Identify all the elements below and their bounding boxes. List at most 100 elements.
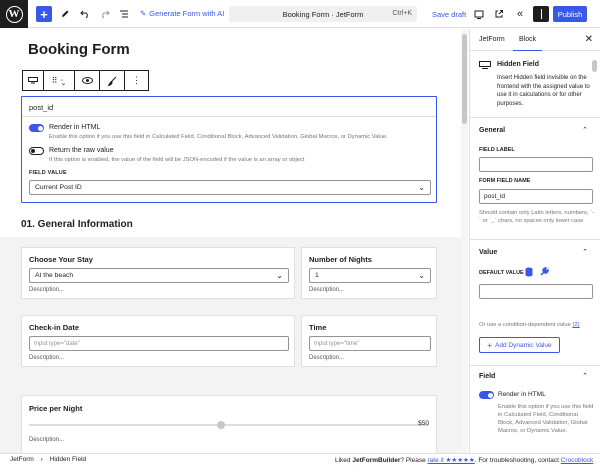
block-toolbar: ⠿ ‸ ⌄ ⋮ bbox=[22, 70, 149, 91]
external-preview-icon[interactable] bbox=[493, 5, 505, 23]
drag-move-handle[interactable]: ⠿ ‸ ⌄ bbox=[44, 71, 75, 90]
publish-button[interactable]: Publish bbox=[553, 6, 587, 22]
form-field-name-caption: Form Field Name bbox=[479, 178, 531, 184]
render-html-help: Enable this option if you use this field… bbox=[49, 134, 388, 140]
scrollbar-thumb[interactable] bbox=[462, 34, 467, 124]
breadcrumb-separator: › bbox=[40, 456, 43, 463]
checkin-date-input[interactable]: Input type="date" bbox=[29, 336, 289, 351]
divider bbox=[22, 116, 436, 117]
field-label-caption: Field Label bbox=[479, 147, 515, 153]
time-field[interactable]: Time Input type="time" Description... bbox=[301, 315, 437, 367]
field-panel-title[interactable]: Field bbox=[479, 373, 495, 380]
choose-stay-desc: Description... bbox=[29, 287, 65, 293]
edit-pencil-icon[interactable] bbox=[58, 5, 72, 23]
sidebar-render-html-help: Enable this option if you use this field… bbox=[498, 404, 594, 434]
document-title: Booking Form · JetForm bbox=[282, 10, 364, 19]
page-title[interactable]: Booking Form bbox=[28, 41, 130, 58]
rate-link[interactable]: rate it ★★★★★ bbox=[428, 457, 475, 464]
generate-form-ai-button[interactable]: ✎ Generate Form with AI bbox=[140, 9, 224, 18]
undo-icon[interactable] bbox=[78, 5, 92, 23]
choose-stay-select[interactable]: At the beach ⌄ bbox=[29, 268, 289, 283]
add-dynamic-value-button[interactable]: + Add Dynamic Value bbox=[479, 337, 560, 353]
sidebar-render-html-toggle[interactable] bbox=[479, 391, 494, 399]
default-value-input[interactable] bbox=[479, 284, 593, 299]
chevron-down-icon: ⌄ bbox=[418, 271, 425, 280]
view-icon[interactable] bbox=[473, 5, 485, 23]
price-value: $50 bbox=[418, 420, 429, 427]
field-value-caption: Field Value bbox=[29, 170, 67, 176]
divider bbox=[470, 239, 600, 240]
block-description: Insert Hidden field invisible on the fro… bbox=[497, 75, 590, 107]
general-panel-title[interactable]: General bbox=[479, 127, 505, 134]
price-slider-track[interactable] bbox=[29, 424, 429, 426]
return-raw-label: Return the raw value bbox=[49, 147, 114, 154]
sidebar-tabs: JetForm Block ✕ bbox=[470, 29, 600, 51]
time-label: Time bbox=[309, 323, 327, 332]
command-shortcut: Ctrl+K bbox=[392, 10, 412, 17]
return-raw-help: If this option is enabled, the value of … bbox=[49, 157, 305, 163]
chevron-up-icon[interactable]: ⌃ bbox=[582, 248, 588, 256]
hidden-field-block[interactable]: post_id Render in HTML Enable this optio… bbox=[21, 96, 437, 203]
breadcrumb: JetForm › Hidden Field bbox=[10, 456, 86, 463]
more-options-icon[interactable]: ⋮ bbox=[125, 71, 148, 90]
price-label: Price per Night bbox=[29, 404, 83, 413]
price-slider-knob[interactable] bbox=[217, 421, 225, 429]
tab-jetform[interactable]: JetForm bbox=[479, 36, 505, 43]
form-field-name-help: Should contain only Latin letters, numbe… bbox=[479, 210, 595, 224]
field-value-select[interactable]: Current Post ID ⌄ bbox=[29, 180, 431, 195]
plus-icon: + bbox=[487, 340, 493, 350]
form-fields-area: Choose Your Stay At the beach ⌄ Descript… bbox=[0, 237, 461, 453]
command-palette-bar[interactable]: Booking Form · JetForm Ctrl+K bbox=[229, 6, 417, 22]
block-type-icon[interactable] bbox=[23, 71, 44, 90]
tab-block[interactable]: Block bbox=[512, 36, 543, 51]
add-block-button[interactable]: + bbox=[36, 6, 52, 22]
time-desc: Description... bbox=[309, 355, 345, 361]
drag-handle-icon[interactable]: ⠿ bbox=[52, 76, 58, 85]
render-html-label: Render in HTML bbox=[49, 124, 101, 131]
sidebar-scrollbar-thumb[interactable] bbox=[592, 60, 597, 72]
condition-value-link[interactable]: (2) bbox=[572, 322, 579, 328]
value-panel-title[interactable]: Value bbox=[479, 249, 497, 256]
default-value-caption: Default Value bbox=[479, 270, 524, 276]
canvas-scrollbar[interactable] bbox=[461, 29, 468, 453]
nights-label: Number of Nights bbox=[309, 255, 372, 264]
render-html-toggle[interactable] bbox=[29, 124, 44, 132]
divider bbox=[470, 117, 600, 118]
nights-select[interactable]: 1 ⌄ bbox=[309, 268, 431, 283]
breadcrumb-current[interactable]: Hidden Field bbox=[50, 456, 87, 463]
chevron-up-icon[interactable]: ⌃ bbox=[582, 372, 588, 380]
choose-stay-label: Choose Your Stay bbox=[29, 255, 93, 264]
document-overview-icon[interactable] bbox=[117, 5, 131, 23]
checkin-date-field[interactable]: Check-in Date Input type="date" Descript… bbox=[21, 315, 295, 367]
choose-stay-field[interactable]: Choose Your Stay At the beach ⌄ Descript… bbox=[21, 247, 295, 299]
checkin-date-label: Check-in Date bbox=[29, 323, 80, 332]
condition-value-text: Or use a condition-dependent value (2) bbox=[479, 322, 580, 328]
checkin-date-desc: Description... bbox=[29, 355, 65, 361]
style-brush-icon[interactable] bbox=[100, 71, 125, 90]
database-icon[interactable] bbox=[525, 267, 533, 279]
wordpress-logo-icon[interactable]: W bbox=[0, 0, 28, 28]
form-field-name-input[interactable]: post_id bbox=[479, 189, 593, 204]
move-up-down-icon[interactable]: ‸ ⌄ bbox=[60, 74, 66, 87]
time-input[interactable]: Input type="time" bbox=[309, 336, 431, 351]
chevron-down-icon: ⌄ bbox=[418, 183, 425, 192]
visibility-eye-icon[interactable] bbox=[75, 71, 100, 90]
settings-sidebar-toggle-icon[interactable] bbox=[533, 6, 549, 22]
section-title: 01. General Information bbox=[21, 219, 133, 230]
chevron-up-icon[interactable]: ⌃ bbox=[582, 126, 588, 134]
collapse-chevrons-icon[interactable]: « bbox=[514, 5, 526, 23]
save-draft-button[interactable]: Save draft bbox=[432, 10, 466, 19]
editor-canvas: Booking Form ⠿ ‸ ⌄ ⋮ post_id Render in HT… bbox=[0, 29, 461, 453]
price-field[interactable]: Price per Night $50 Description... bbox=[21, 395, 437, 453]
field-label-input[interactable] bbox=[479, 157, 593, 172]
breadcrumb-root[interactable]: JetForm bbox=[10, 456, 34, 463]
redo-icon[interactable] bbox=[98, 5, 112, 23]
wrench-icon[interactable] bbox=[540, 267, 549, 278]
nights-field[interactable]: Number of Nights 1 ⌄ Description... bbox=[301, 247, 437, 299]
nights-desc: Description... bbox=[309, 287, 345, 293]
divider bbox=[470, 365, 600, 366]
sidebar-render-html-label: Render in HTML bbox=[498, 391, 546, 398]
return-raw-toggle[interactable] bbox=[29, 147, 44, 155]
close-icon[interactable]: ✕ bbox=[585, 34, 593, 45]
rate-notice: Liked JetFormBuilder? Please rate it ★★★… bbox=[335, 456, 600, 465]
